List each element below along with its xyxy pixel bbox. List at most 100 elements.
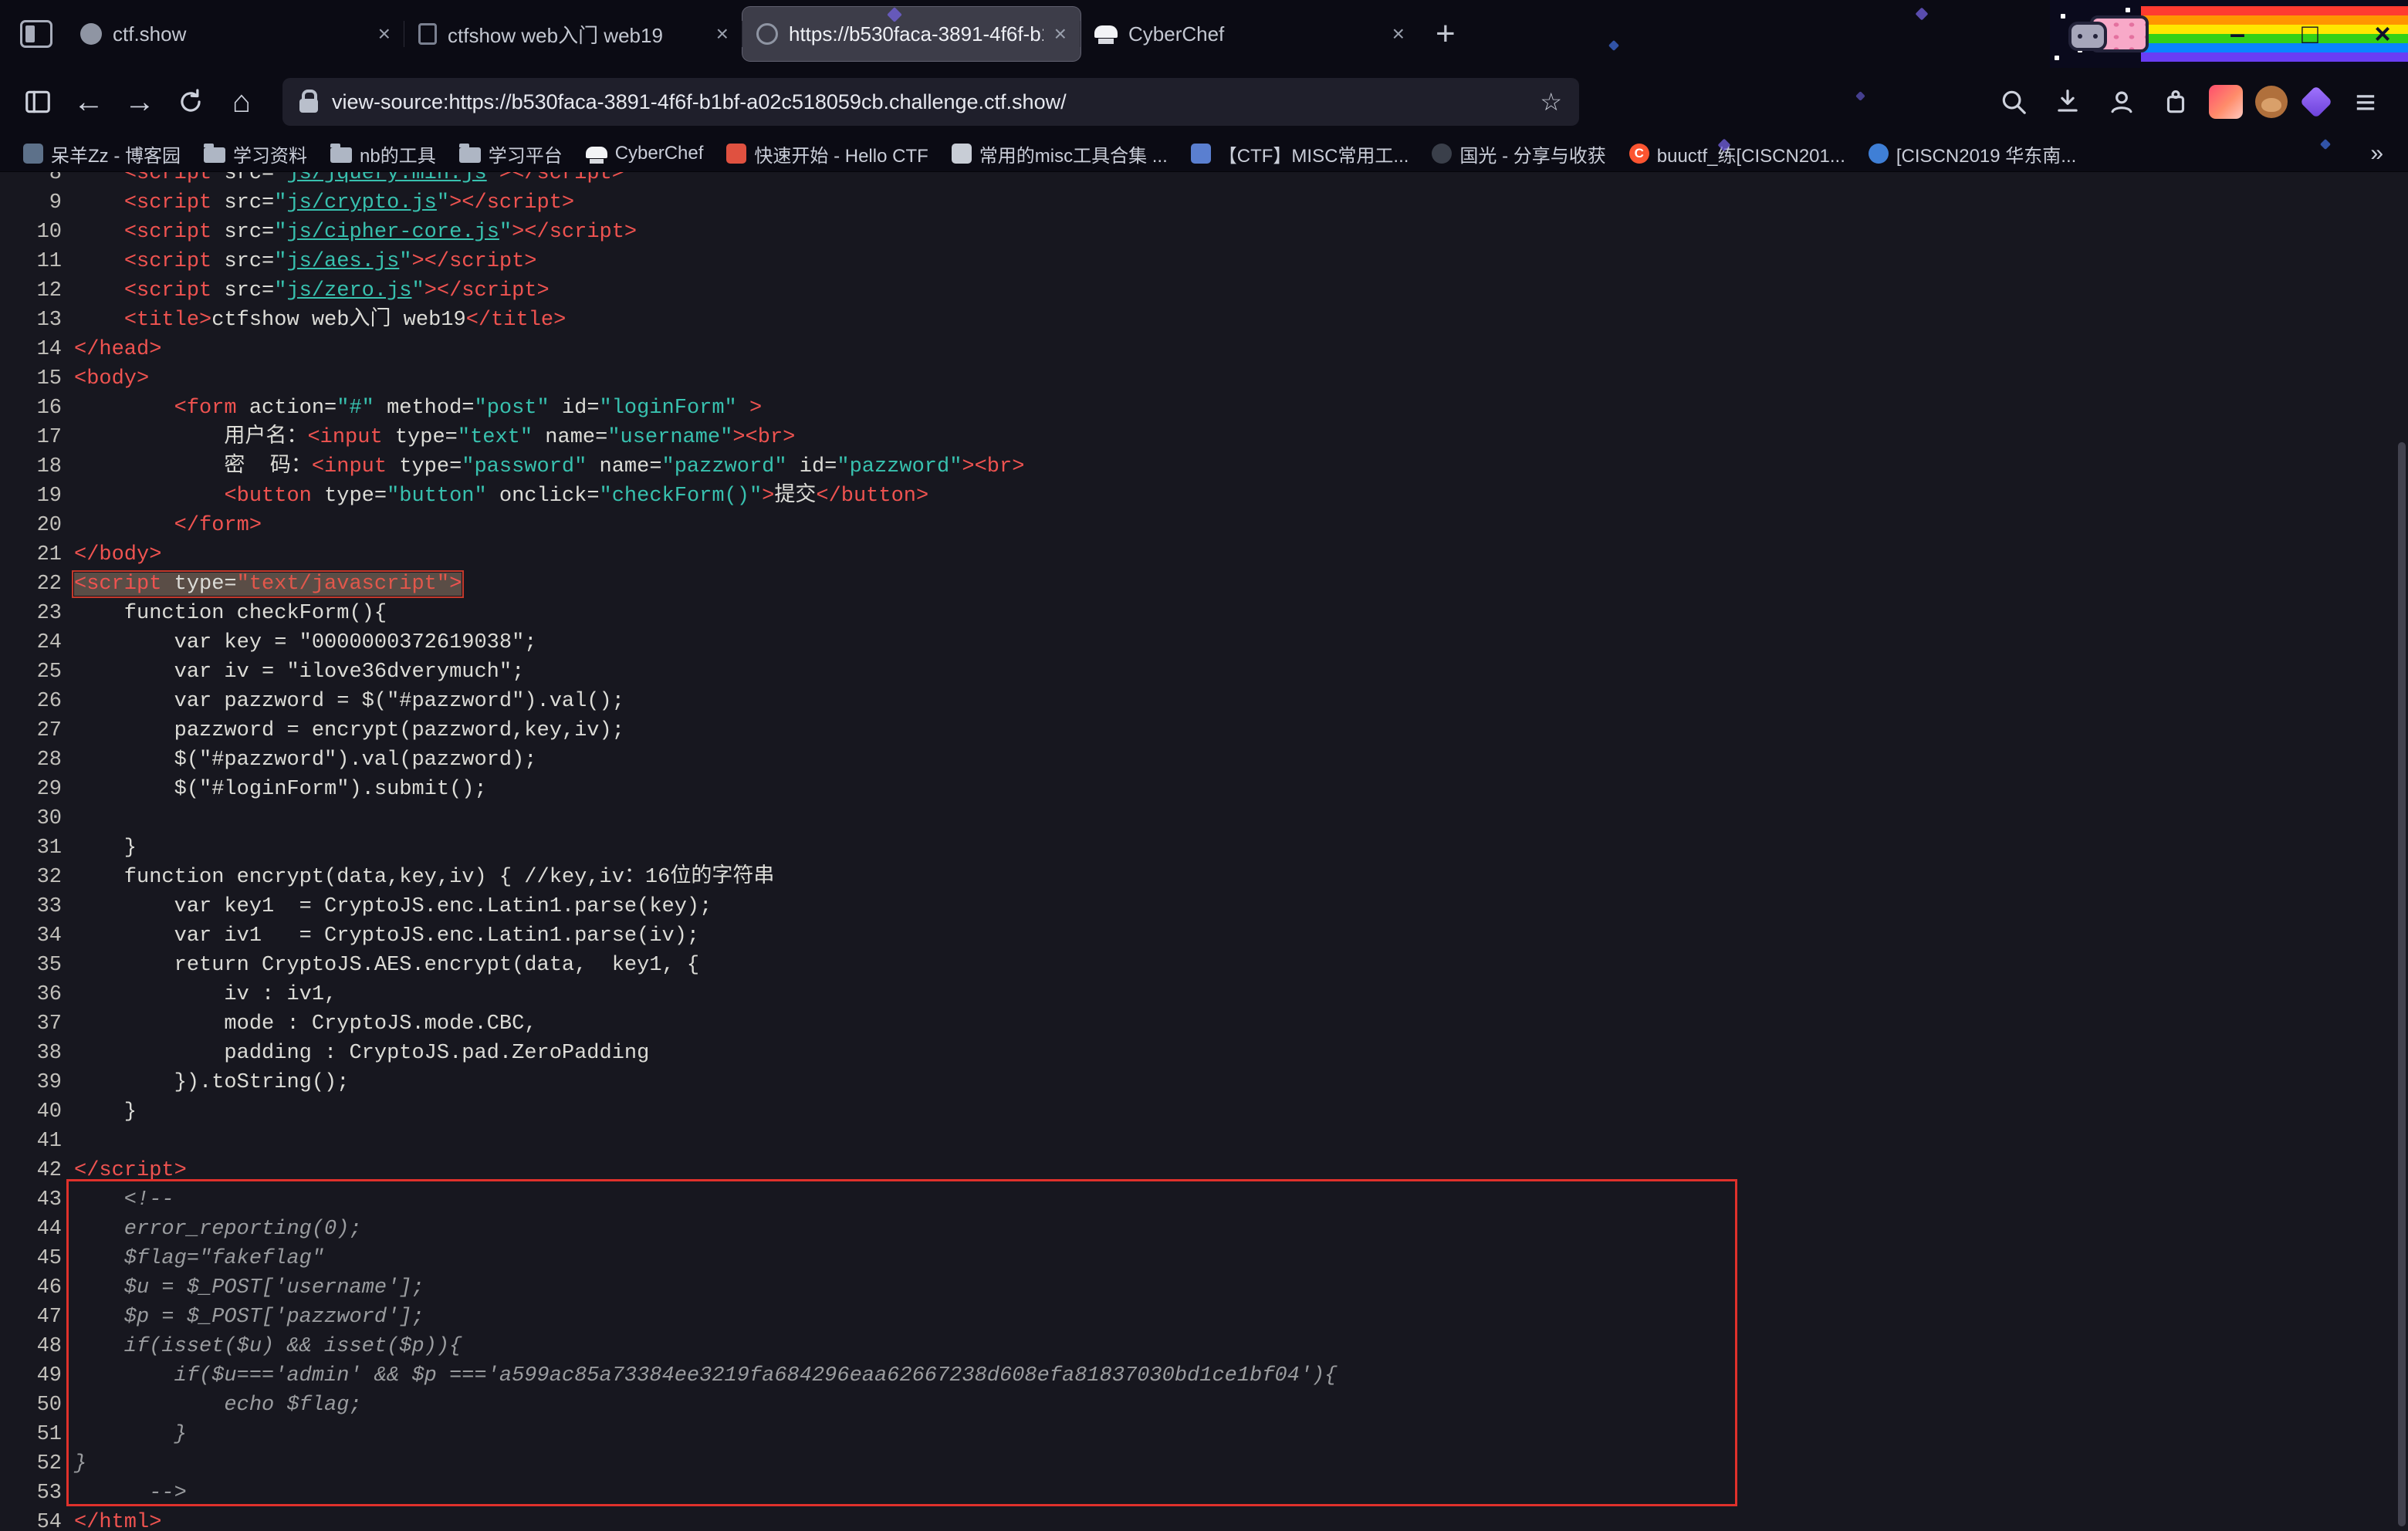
- source-link[interactable]: js/zero.js: [286, 279, 411, 302]
- line-number: 26: [0, 687, 62, 716]
- profile-avatar[interactable]: [2209, 85, 2243, 119]
- source-line: 13 <title>ctfshow web入门 web19</title>: [0, 306, 2393, 335]
- bookmark-item[interactable]: 常用的misc工具合集 ...: [942, 138, 1177, 170]
- code-segment: type=: [395, 426, 458, 449]
- scrollbar-thumb[interactable]: [2398, 442, 2406, 1526]
- sidebar-toggle-icon[interactable]: [17, 81, 59, 123]
- source-link[interactable]: js/cipher-core.js: [286, 221, 499, 244]
- tab-close-icon[interactable]: ×: [1392, 22, 1405, 46]
- source-link[interactable]: js/aes.js: [286, 250, 399, 273]
- site-gray-icon: [23, 144, 43, 164]
- code-segment: 用户名：: [74, 426, 307, 449]
- line-number: 40: [0, 1097, 62, 1127]
- browser-tab[interactable]: https://b530faca-3891-4f6f-b1bf×: [742, 7, 1081, 61]
- code-segment: <script: [124, 250, 225, 273]
- tab-title: ctfshow web入门 web19: [448, 20, 705, 49]
- browser-tab[interactable]: ctfshow web入门 web19 ×: [404, 7, 742, 61]
- code-segment: "checkForm()": [600, 485, 763, 508]
- account-icon[interactable]: [2101, 81, 2143, 123]
- code-segment: <script: [124, 221, 225, 244]
- monkey-extension-icon[interactable]: [2255, 86, 2288, 118]
- site-tool-icon: [1191, 144, 1211, 164]
- browser-tab[interactable]: ctf.show×: [66, 7, 404, 61]
- code-segment: $("#pazzword").val(pazzword);: [74, 749, 537, 772]
- address-bar[interactable]: view-source:https://b530faca-3891-4f6f-b…: [282, 78, 1579, 126]
- csdn-icon: C: [1629, 144, 1649, 164]
- new-tab-button[interactable]: +: [1436, 17, 1456, 51]
- toolbar-right-group: ≡: [1993, 81, 2391, 123]
- line-number: 37: [0, 1009, 62, 1039]
- bookmarks-overflow-chevron[interactable]: »: [2370, 140, 2394, 167]
- code-segment: [74, 309, 124, 332]
- code-segment: >: [737, 397, 762, 420]
- code-segment: 提交: [774, 485, 816, 508]
- tab-close-icon[interactable]: ×: [716, 22, 729, 46]
- line-number: 21: [0, 540, 62, 569]
- code-segment: var key1 = CryptoJS.enc.Latin1.parse(key…: [74, 895, 712, 918]
- url-text[interactable]: view-source:https://b530faca-3891-4f6f-b…: [332, 90, 1526, 114]
- code-segment: mode : CryptoJS.mode.CBC,: [74, 1012, 537, 1036]
- firefox-view-button[interactable]: [20, 20, 52, 48]
- code-segment: </button>: [816, 485, 928, 508]
- code-segment: <title>: [124, 309, 211, 332]
- line-number: 54: [0, 1508, 62, 1531]
- close-button[interactable]: ×: [2368, 18, 2397, 50]
- code-segment: type=: [174, 573, 237, 596]
- source-line: 29 $("#loginForm").submit();: [0, 775, 2393, 804]
- line-number: 34: [0, 921, 62, 951]
- bookmark-item[interactable]: nb的工具: [321, 138, 445, 170]
- browser-tab[interactable]: CyberChef×: [1081, 7, 1419, 61]
- code-segment: src=: [224, 250, 274, 273]
- bookmark-item[interactable]: 学习平台: [450, 138, 572, 170]
- line-number: 43: [0, 1185, 62, 1215]
- code-segment: [74, 514, 174, 537]
- gem-extension-icon[interactable]: [2300, 86, 2332, 118]
- source-line: 20 </form>: [0, 511, 2393, 540]
- line-number: 33: [0, 892, 62, 921]
- source-link[interactable]: js/jquery.min.js: [286, 171, 486, 185]
- menu-button[interactable]: ≡: [2345, 81, 2386, 123]
- code-segment: id=: [550, 397, 600, 420]
- code-segment: }: [74, 836, 137, 860]
- bookmark-item[interactable]: 呆羊Zz - 博客园: [14, 138, 190, 170]
- source-link[interactable]: js/crypto.js: [286, 191, 436, 215]
- line-number: 27: [0, 716, 62, 745]
- code-segment: [74, 485, 224, 508]
- line-number: 38: [0, 1039, 62, 1068]
- tab-close-icon[interactable]: ×: [1054, 22, 1067, 46]
- bookmark-item[interactable]: Cbuuctf_练[CISCN201...: [1620, 138, 1855, 170]
- tab-close-icon[interactable]: ×: [378, 22, 391, 46]
- code-segment: action=: [249, 397, 337, 420]
- line-number: 31: [0, 833, 62, 863]
- bookmark-item[interactable]: 国光 - 分享与收获: [1422, 138, 1615, 170]
- source-line: 30: [0, 804, 2393, 833]
- maximize-button[interactable]: □: [2295, 18, 2325, 50]
- bookmark-item[interactable]: 【CTF】MISC常用工...: [1182, 138, 1419, 170]
- code-segment: >: [449, 573, 462, 596]
- downloads-icon[interactable]: [2047, 81, 2088, 123]
- bookmark-item[interactable]: 学习资料: [194, 138, 316, 170]
- lock-icon[interactable]: [299, 99, 318, 113]
- reload-button[interactable]: [170, 81, 211, 123]
- bookmark-item[interactable]: 快速开始 - Hello CTF: [717, 138, 937, 170]
- code-segment: id=: [787, 455, 837, 478]
- code-segment: <script: [74, 573, 174, 596]
- folder-icon: [330, 147, 352, 163]
- code-segment: ": [437, 191, 449, 215]
- forward-button[interactable]: →: [119, 81, 161, 123]
- minimize-button[interactable]: –: [2223, 18, 2252, 50]
- bookmark-item[interactable]: [CISCN2019 华东南...: [1859, 138, 2085, 170]
- home-button[interactable]: ⌂: [221, 81, 262, 123]
- search-icon[interactable]: [1993, 81, 2034, 123]
- source-line: 41: [0, 1127, 2393, 1156]
- back-button[interactable]: ←: [68, 81, 110, 123]
- code-segment: name=: [587, 455, 661, 478]
- bookmark-item[interactable]: CyberChef: [577, 140, 713, 167]
- bookmark-star-icon[interactable]: ☆: [1540, 87, 1562, 117]
- bookmarks-toolbar: 呆羊Zz - 博客园学习资料nb的工具学习平台CyberChef快速开始 - H…: [0, 136, 2408, 171]
- extensions-puzzle-icon[interactable]: [2155, 81, 2197, 123]
- code-segment: padding : CryptoJS.pad.ZeroPadding: [74, 1042, 649, 1065]
- code-segment: src=: [224, 279, 274, 302]
- globe-favicon-icon: [756, 23, 778, 45]
- source-line: 35 return CryptoJS.AES.encrypt(data, key…: [0, 951, 2393, 980]
